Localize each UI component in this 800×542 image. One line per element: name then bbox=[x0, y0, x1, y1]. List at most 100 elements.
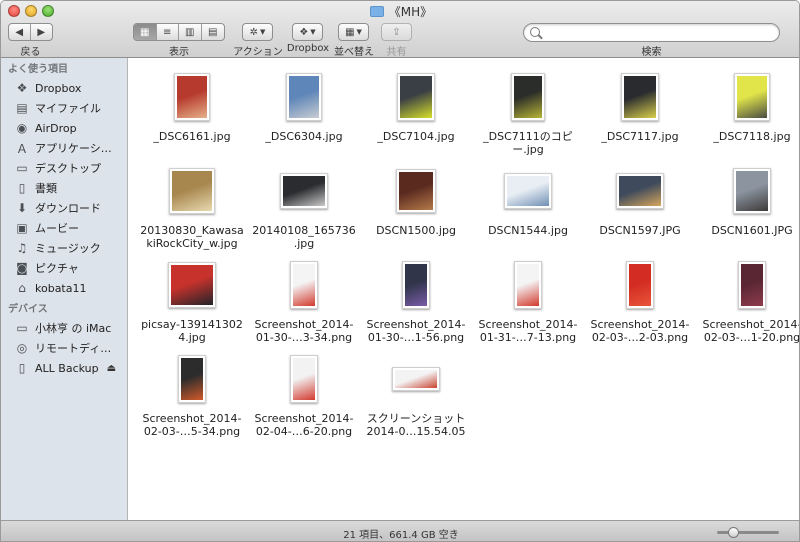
file-thumbnail[interactable] bbox=[584, 66, 696, 128]
file-name-line1: _DSC7111のコピ bbox=[483, 130, 573, 143]
file-thumbnail[interactable] bbox=[248, 348, 360, 410]
sidebar-item-label: デスクトップ bbox=[35, 162, 101, 175]
file-item[interactable]: DSCN1500.jpg bbox=[360, 160, 472, 252]
file-thumbnail[interactable] bbox=[360, 160, 472, 222]
file-thumbnail[interactable] bbox=[136, 66, 248, 128]
forward-button[interactable]: ▶ bbox=[31, 24, 52, 40]
thumbnail-image bbox=[290, 261, 318, 309]
search-field[interactable] bbox=[523, 23, 780, 42]
thumbnail-fill bbox=[177, 76, 207, 118]
file-thumbnail[interactable] bbox=[136, 254, 248, 316]
file-name-line2: 02-03-…2-03.png bbox=[591, 331, 689, 344]
file-item[interactable]: Screenshot_2014- 01-31-…7-13.png bbox=[472, 254, 584, 346]
search-input[interactable] bbox=[542, 25, 772, 39]
arrange-button[interactable]: ▦ ▼ bbox=[338, 23, 369, 41]
file-thumbnail[interactable] bbox=[360, 254, 472, 316]
file-thumbnail[interactable] bbox=[472, 160, 584, 222]
file-thumbnail[interactable] bbox=[248, 66, 360, 128]
sidebar-fav-desktop[interactable]: ▭ デスクトップ bbox=[1, 158, 127, 178]
file-item[interactable]: _DSC6161.jpg bbox=[136, 66, 248, 158]
desktop-icon: ▭ bbox=[16, 161, 28, 175]
file-name-line1: _DSC7104.jpg bbox=[377, 130, 455, 143]
icon-view-button[interactable]: ▦ bbox=[134, 24, 157, 40]
file-item[interactable]: _DSC6304.jpg bbox=[248, 66, 360, 158]
file-item[interactable]: Screenshot_2014- 01-30-…3-34.png bbox=[248, 254, 360, 346]
action-button[interactable]: ✲ ▼ bbox=[242, 23, 273, 41]
file-thumbnail[interactable] bbox=[136, 348, 248, 410]
thumbnail-fill bbox=[619, 176, 661, 206]
icon-size-slider[interactable] bbox=[717, 527, 779, 538]
file-thumbnail[interactable] bbox=[136, 160, 248, 222]
file-thumbnail[interactable] bbox=[248, 254, 360, 316]
file-item[interactable]: DSCN1601.JPG bbox=[696, 160, 799, 252]
file-name-line2: 4.jpg bbox=[178, 331, 206, 344]
sidebar-fav-dropbox[interactable]: ❖ Dropbox bbox=[1, 78, 127, 98]
thumbnail-fill bbox=[172, 171, 212, 211]
file-thumbnail[interactable] bbox=[248, 160, 360, 222]
file-thumbnail[interactable] bbox=[360, 348, 472, 410]
chevron-down-icon: ▼ bbox=[356, 28, 362, 36]
file-name: スクリーンショット 2014-0…15.54.05 bbox=[360, 412, 472, 438]
file-item[interactable]: Screenshot_2014- 02-03-…1-20.png bbox=[696, 254, 799, 346]
chevron-down-icon: ▼ bbox=[260, 28, 266, 36]
file-item[interactable]: 20140108_165736 .jpg bbox=[248, 160, 360, 252]
sidebar-fav-applications[interactable]: Ａ アプリケーシ… bbox=[1, 138, 127, 158]
file-item[interactable]: picsay-139141302 4.jpg bbox=[136, 254, 248, 346]
file-item[interactable]: Screenshot_2014- 01-30-…1-56.png bbox=[360, 254, 472, 346]
sidebar-dev-drive[interactable]: ▯ ALL Backup ⏏ bbox=[1, 358, 127, 378]
file-item[interactable]: Screenshot_2014- 02-03-…2-03.png bbox=[584, 254, 696, 346]
sidebar-dev-imac[interactable]: ▭ 小林亨 の iMac bbox=[1, 318, 127, 338]
sidebar-fav-downloads[interactable]: ⬇ ダウンロード bbox=[1, 198, 127, 218]
file-name: _DSC7117.jpg bbox=[584, 130, 696, 143]
eject-icon[interactable]: ⏏ bbox=[107, 363, 116, 374]
sidebar-dev-remote-disc[interactable]: ◎ リモートディ… bbox=[1, 338, 127, 358]
file-thumbnail[interactable] bbox=[696, 254, 799, 316]
sidebar-fav-movies[interactable]: ▣ ムービー bbox=[1, 218, 127, 238]
file-name: DSCN1544.jpg bbox=[472, 224, 584, 237]
file-item[interactable]: _DSC7104.jpg bbox=[360, 66, 472, 158]
file-thumbnail[interactable] bbox=[584, 160, 696, 222]
file-item[interactable]: スクリーンショット 2014-0…15.54.05 bbox=[360, 348, 472, 440]
file-name: DSCN1500.jpg bbox=[360, 224, 472, 237]
file-thumbnail[interactable] bbox=[472, 254, 584, 316]
sidebar-fav-home[interactable]: ⌂ kobata11 bbox=[1, 278, 127, 298]
file-name-line1: Screenshot_2014- bbox=[590, 318, 690, 331]
sidebar-fav-airdrop[interactable]: ◉ AirDrop bbox=[1, 118, 127, 138]
thumbnail-fill bbox=[507, 176, 549, 206]
file-thumbnail[interactable] bbox=[360, 66, 472, 128]
sidebar-item-label: 小林亨 の iMac bbox=[35, 322, 112, 335]
file-item[interactable]: DSCN1597.JPG bbox=[584, 160, 696, 252]
finder-window: 《MH》 ◀ ▶ 戻る ▦ ≡ ▥ ▤ 表示 ✲ ▼ アクション ❖ ▼ Dropb… bbox=[0, 0, 800, 542]
share-button[interactable]: ⇪ bbox=[381, 23, 412, 41]
file-item[interactable]: _DSC7117.jpg bbox=[584, 66, 696, 158]
coverflow-view-button[interactable]: ▤ bbox=[202, 24, 224, 40]
file-item[interactable]: _DSC7118.jpg bbox=[696, 66, 799, 158]
file-thumbnail[interactable] bbox=[472, 66, 584, 128]
file-item[interactable]: _DSC7111のコピ ー.jpg bbox=[472, 66, 584, 158]
list-view-button[interactable]: ≡ bbox=[157, 24, 179, 40]
sidebar-fav-pictures[interactable]: ◙ ピクチャ bbox=[1, 258, 127, 278]
file-thumbnail[interactable] bbox=[696, 66, 799, 128]
sidebar-fav-all-files[interactable]: ▤ マイファイル bbox=[1, 98, 127, 118]
file-name-line1: 20130830_Kawasa bbox=[140, 224, 244, 237]
back-button[interactable]: ◀ bbox=[9, 24, 31, 40]
slider-knob[interactable] bbox=[727, 527, 739, 538]
sidebar-fav-documents[interactable]: ▯ 書類 bbox=[1, 178, 127, 198]
sidebar-fav-music[interactable]: ♫ ミュージック bbox=[1, 238, 127, 258]
file-item[interactable]: Screenshot_2014- 02-04-…6-20.png bbox=[248, 348, 360, 440]
column-view-button[interactable]: ▥ bbox=[179, 24, 202, 40]
sidebar-item-label: ムービー bbox=[35, 222, 79, 235]
file-thumbnail[interactable] bbox=[584, 254, 696, 316]
pictures-icon: ◙ bbox=[16, 261, 28, 275]
folder-icon bbox=[369, 6, 384, 17]
list-icon: ≡ bbox=[163, 26, 172, 38]
file-item[interactable]: DSCN1544.jpg bbox=[472, 160, 584, 252]
file-name: DSCN1597.JPG bbox=[584, 224, 696, 237]
file-name: _DSC7111のコピ ー.jpg bbox=[472, 130, 584, 156]
file-name-line1: Screenshot_2014- bbox=[254, 412, 354, 425]
file-item[interactable]: 20130830_Kawasa kiRockCity_w.jpg bbox=[136, 160, 248, 252]
file-thumbnail[interactable] bbox=[696, 160, 799, 222]
dropbox-button[interactable]: ❖ ▼ bbox=[292, 23, 323, 41]
file-item[interactable]: Screenshot_2014- 02-03-…5-34.png bbox=[136, 348, 248, 440]
thumbnail-image bbox=[621, 73, 659, 121]
